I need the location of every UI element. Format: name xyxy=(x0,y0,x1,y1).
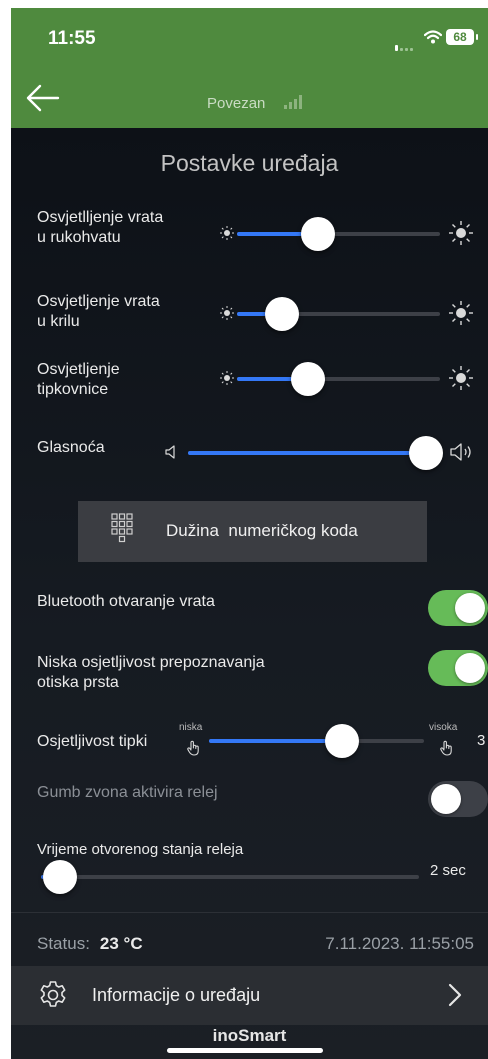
key-sensitivity-value: 3 xyxy=(477,732,486,749)
relay-time-thumb[interactable] xyxy=(42,860,77,894)
connection-status: Povezan xyxy=(207,95,266,112)
app-bar: Povezan xyxy=(11,68,488,128)
volume-thumb[interactable] xyxy=(408,436,443,470)
wifi-icon xyxy=(424,30,442,44)
brightness-low-icon xyxy=(220,226,234,240)
volume-slider[interactable] xyxy=(188,436,443,470)
page-title: Postavke uređaja xyxy=(160,150,339,176)
doorbell-relay-label: Gumb zvona aktivira relej xyxy=(37,784,218,801)
brightness-high-icon xyxy=(448,300,474,326)
handle-light-label: Osvjetlljenje vrata u rukohvatu xyxy=(37,209,164,246)
doorbell-relay-toggle[interactable] xyxy=(428,781,488,817)
brightness-low-icon xyxy=(220,371,234,385)
bluetooth-open-toggle[interactable] xyxy=(428,590,488,626)
cellular-signal-icon xyxy=(395,38,415,56)
wing-light-label: Osvjetljenje vrata u krilu xyxy=(37,293,160,330)
keypad-light-slider[interactable] xyxy=(237,362,440,396)
sensitivity-low-label: niska xyxy=(179,722,203,733)
brightness-high-icon xyxy=(448,365,474,391)
fingerprint-sensitivity-label: Niska osjetljivost prepoznavanja otiska … xyxy=(37,654,265,691)
code-length-label: Dužina numeričkog koda xyxy=(166,521,358,540)
volume-label: Glasnoća xyxy=(37,439,105,456)
chevron-right-icon xyxy=(448,983,462,1007)
key-sensitivity-slider[interactable] xyxy=(209,724,424,758)
handle-light-slider[interactable] xyxy=(237,217,440,251)
volume-fill xyxy=(188,451,426,455)
relay-time-value: 2 sec xyxy=(430,862,466,879)
back-arrow-icon[interactable] xyxy=(23,78,63,118)
brightness-low-icon xyxy=(220,306,234,320)
toggle-knob xyxy=(455,593,485,623)
bluetooth-open-label: Bluetooth otvaranje vrata xyxy=(37,593,215,610)
temperature-value: 23 °C xyxy=(99,934,143,953)
wing-light-slider[interactable] xyxy=(237,297,440,331)
home-indicator[interactable] xyxy=(167,1048,323,1053)
wing-light-thumb[interactable] xyxy=(264,297,299,331)
device-info-row[interactable]: Informacije o uređaju xyxy=(11,966,488,1025)
status-datetime: 7.11.2023. 11:55:05 xyxy=(325,934,474,953)
clock: 11:55 xyxy=(48,28,96,49)
handle-light-thumb[interactable] xyxy=(301,217,336,251)
keypad-icon xyxy=(111,513,133,543)
relay-time-slider[interactable] xyxy=(41,860,419,894)
gear-icon xyxy=(40,981,66,1007)
touch-high-icon xyxy=(440,740,452,756)
status-label: Status: xyxy=(37,934,90,953)
touch-low-icon xyxy=(187,740,199,756)
sensitivity-high-label: visoka xyxy=(429,722,458,733)
toggle-knob xyxy=(455,653,485,683)
divider xyxy=(11,912,488,913)
fingerprint-sensitivity-toggle[interactable] xyxy=(428,650,488,686)
volume-high-icon xyxy=(450,443,471,461)
battery-indicator: 68 xyxy=(446,29,478,45)
key-sensitivity-fill xyxy=(209,739,343,743)
key-sensitivity-label: Osjetljivost tipki xyxy=(37,733,148,750)
status-bar: 11:55 68 xyxy=(11,8,488,68)
keypad-light-label: Osvjetljenje tipkovnice xyxy=(37,361,120,398)
device-info-label: Informacije o uređaju xyxy=(92,985,261,1005)
brand-logo: inoSmart xyxy=(212,1026,287,1045)
phone-screen: 11:55 68 Povezan Postavke uređaja Osvjet… xyxy=(11,8,488,1059)
relay-time-label: Vrijeme otvorenog stanja releja xyxy=(37,841,244,858)
settings-panel: Postavke uređaja Osvjetlljenje vrata u r… xyxy=(11,128,488,1059)
key-sensitivity-thumb[interactable] xyxy=(325,724,360,758)
signal-strength-icon xyxy=(284,95,302,109)
volume-low-icon xyxy=(165,445,175,459)
status-line: Status: 23 °C xyxy=(37,934,143,954)
keypad-light-thumb[interactable] xyxy=(291,362,326,396)
brightness-high-icon xyxy=(448,220,474,246)
code-length-button[interactable]: Dužina numeričkog koda xyxy=(78,501,427,562)
toggle-knob xyxy=(431,784,461,814)
